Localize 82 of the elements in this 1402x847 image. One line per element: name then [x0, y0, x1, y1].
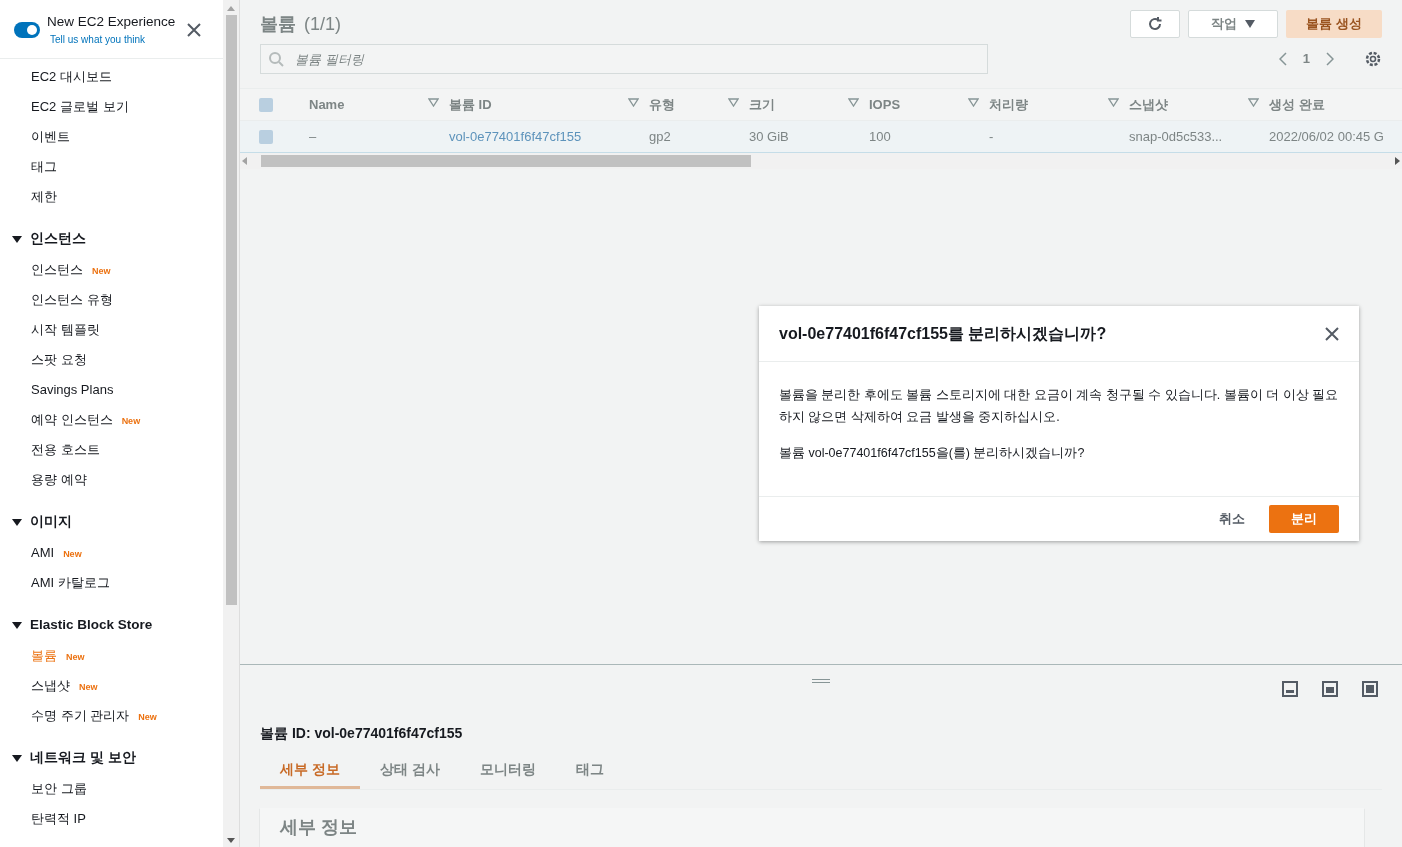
new-label: New [138, 712, 157, 723]
panel-icon[interactable] [1322, 680, 1338, 697]
nav-link[interactable]: 전용 호스트 [0, 435, 223, 466]
nav-link[interactable]: 용량 예약 [0, 465, 223, 496]
refresh-button[interactable] [1130, 10, 1181, 38]
dialog-title: vol-0e77401f6f47cf155를 분리하시겠습니까? [779, 323, 1107, 344]
table-cell-text: 30 GiB [749, 127, 789, 146]
nav-link[interactable]: 수명 주기 관리자 New [0, 701, 223, 732]
section-heading[interactable]: 네트워크 및 보안 [30, 748, 136, 769]
settings-icon[interactable] [1364, 50, 1382, 68]
table-cell-text: gp2 [649, 127, 671, 146]
nav-link[interactable]: AMI 카탈로그 [0, 568, 223, 599]
nav-link[interactable]: 인스턴스 유형 [0, 285, 223, 316]
panel-icon[interactable] [1362, 680, 1378, 697]
section-heading[interactable]: 이미지 [30, 512, 72, 533]
sort-icon[interactable] [1108, 97, 1119, 107]
new-label: New [121, 416, 141, 427]
caret-icon [1245, 20, 1256, 28]
page-title: 볼륨 [260, 12, 296, 36]
create-button[interactable]: 볼륨 생성 [1286, 10, 1382, 38]
scroll-left-icon[interactable] [242, 157, 247, 165]
close-icon[interactable] [187, 22, 202, 37]
search-icon [269, 52, 284, 67]
new-label: New [63, 549, 82, 560]
table-cell-text: 2022/06/02 00:45 G [1269, 127, 1384, 146]
nav-link[interactable]: 보안 그룹 [0, 774, 223, 805]
sort-icon[interactable] [1248, 97, 1259, 107]
nav-link[interactable]: EC2 글로벌 보기 [0, 92, 223, 123]
nav-link[interactable]: 태그 [0, 152, 223, 183]
nav-link[interactable]: Savings Plans [0, 375, 223, 406]
sort-icon[interactable] [848, 97, 859, 107]
item-count: (1/1) [304, 12, 341, 36]
toggle-switch[interactable] [14, 21, 40, 38]
scroll-up-icon[interactable] [227, 6, 235, 11]
table-cell-text: - [989, 127, 994, 146]
caret-icon[interactable] [12, 753, 22, 764]
new-label: New [79, 682, 98, 693]
caret-icon[interactable] [12, 234, 22, 245]
table-cell-text: snap-0d5c533... [1129, 127, 1223, 146]
nav-link[interactable]: 인스턴스 New [0, 255, 223, 286]
select-all-checkbox[interactable] [259, 97, 273, 112]
nav-link[interactable]: 제한 [0, 182, 223, 213]
next-page-icon[interactable] [1326, 52, 1334, 66]
sort-icon[interactable] [628, 97, 639, 107]
sort-icon[interactable] [728, 97, 739, 107]
nav-link[interactable]: 예약 인스턴스 New [0, 405, 223, 436]
nav-link[interactable]: 탄력적 IP [0, 804, 223, 835]
new-label: New [66, 652, 85, 663]
nav-link[interactable]: 스팟 요청 [0, 345, 223, 376]
filter-field[interactable]: 볼륨 필터링 [260, 44, 988, 74]
table-cell-text: – [309, 127, 317, 146]
panel-icon[interactable] [1282, 680, 1298, 697]
nav-link[interactable]: EC2 대시보드 [0, 62, 223, 93]
refresh-icon [1147, 16, 1164, 32]
cancel-button[interactable]: 취소 [1209, 505, 1255, 533]
scrollbar-thumb[interactable] [261, 155, 751, 167]
dialog-text: 볼륨 vol-0e77401f6f47cf155을(를) 분리하시겠습니까? [779, 445, 1086, 462]
feedback-link[interactable]: Tell us what you think [50, 32, 176, 48]
dialog-text: 볼륨을 분리한 후에도 볼륨 스토리지에 대한 요금이 계속 청구될 수 있습니다. 볼륨이 더 이상 필요하지 않으면 삭제하여 요금 발생을 중지하십시오. [779, 387, 1339, 426]
caret-icon[interactable] [12, 517, 22, 528]
caret-icon[interactable] [12, 620, 22, 631]
section-heading[interactable]: 인스턴스 [30, 229, 86, 250]
table-cell-text: 100 [869, 127, 891, 146]
scroll-down-icon[interactable] [227, 838, 235, 843]
nav-link[interactable]: AMI New [0, 538, 223, 569]
previous-page-icon[interactable] [1278, 52, 1287, 66]
nav-link[interactable]: 시작 템플릿 [0, 315, 223, 346]
detail-title: 볼륨 ID: vol-0e77401f6f47cf155 [260, 723, 464, 743]
card-heading: 세부 정보 [280, 816, 358, 839]
row-checkbox[interactable] [259, 129, 273, 144]
new-label: New [92, 266, 111, 277]
scroll-right-icon[interactable] [1395, 157, 1400, 165]
sort-icon[interactable] [968, 97, 979, 107]
nav-link[interactable]: 스냅샷 New [0, 671, 223, 702]
experience-label: New EC2 Experience [47, 13, 176, 31]
section-heading[interactable]: Elastic Block Store [30, 615, 153, 636]
close-icon[interactable] [1325, 326, 1339, 341]
nav-link[interactable]: 이벤트 [0, 122, 223, 153]
scrollbar-thumb[interactable] [225, 15, 237, 605]
drag-handle-icon[interactable] [812, 678, 830, 683]
sort-icon[interactable] [428, 97, 439, 107]
actions-button[interactable]: 작업 [1188, 10, 1279, 38]
